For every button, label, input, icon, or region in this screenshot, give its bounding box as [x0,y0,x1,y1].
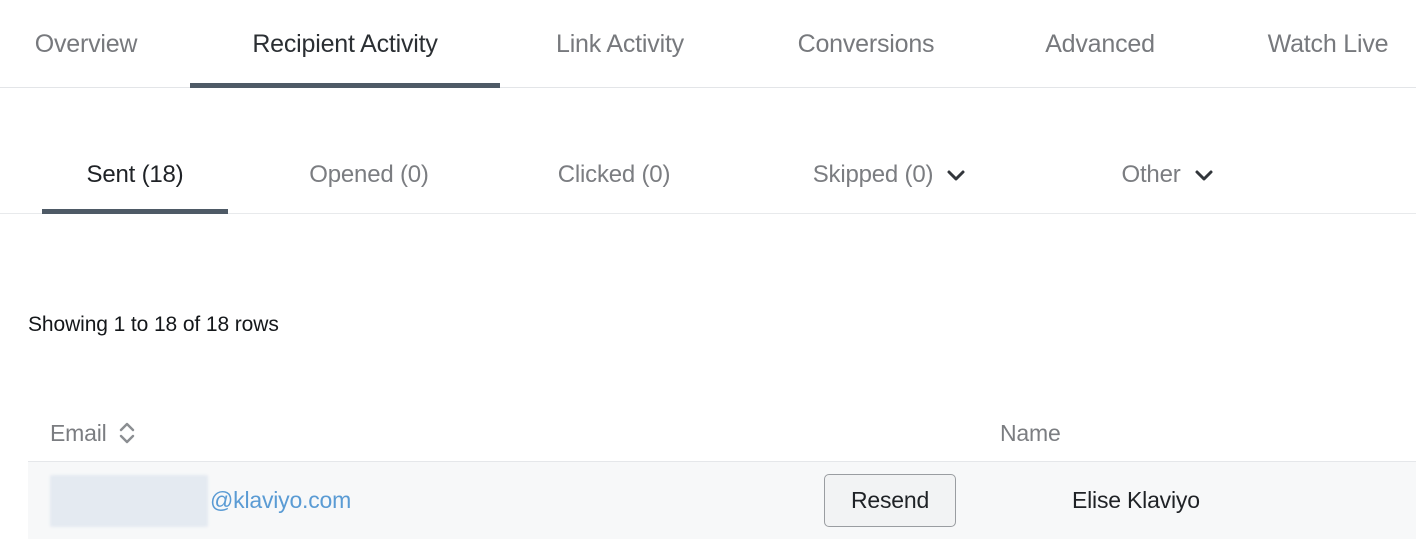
column-header-email[interactable]: Email [50,420,1000,447]
table-row[interactable]: @klaviyo.com Resend Elise Klaviyo [28,461,1416,539]
main-tab-watch-live[interactable]: Watch Live [1242,0,1414,88]
chevron-down-icon[interactable] [1193,164,1215,186]
rows-summary-text: Showing 1 to 18 of 18 rows [28,313,279,336]
chevron-down-icon[interactable] [945,164,967,186]
main-tab-label: Link Activity [555,29,684,58]
sub-tab-label: Opened (0) [309,161,429,188]
main-tab-link-activity[interactable]: Link Activity [525,0,715,88]
redacted-email-prefix [50,474,208,527]
cell-action: Resend [824,474,1024,527]
main-tab-recipient-activity[interactable]: Recipient Activity [190,0,500,88]
main-tab-label: Advanced [1045,29,1155,58]
main-tab-bar: Overview Recipient Activity Link Activity C… [0,0,1416,88]
resend-button[interactable]: Resend [824,474,957,527]
main-tab-label: Recipient Activity [252,29,438,58]
sub-tab-other[interactable]: Other [1092,136,1244,214]
sub-tab-label: Other [1121,161,1181,188]
main-tab-advanced[interactable]: Advanced [1022,0,1178,88]
cell-email: @klaviyo.com [50,474,824,527]
main-tab-label: Watch Live [1267,29,1389,58]
sub-tab-active-underline [42,209,228,214]
recipients-table: Email Name @klaviyo.com Resend Elise Klavi… [28,405,1416,539]
sub-tab-sent-18[interactable]: Sent (18) [42,136,228,214]
column-header-email-label: Email [50,419,107,446]
main-tab-label: Overview [34,29,138,58]
sub-tab-skipped-0[interactable]: Skipped (0) [780,136,1000,214]
main-tab-conversions[interactable]: Conversions [770,0,962,88]
sub-tab-clicked-0[interactable]: Clicked (0) [528,136,700,214]
recipient-status-tab-bar: Sent (18) Opened (0) Clicked (0) Skipped (0… [0,136,1416,214]
column-header-name-label: Name [1000,419,1061,446]
table-body: @klaviyo.com Resend Elise Klaviyo [28,461,1416,539]
sub-tab-label: Skipped (0) [812,161,934,188]
cell-name: Elise Klaviyo [1072,487,1200,513]
sub-tab-label: Clicked (0) [557,161,671,188]
sub-tab-label: Sent (18) [86,161,184,188]
email-link[interactable]: @klaviyo.com [210,487,351,514]
main-tab-active-underline [190,83,500,88]
table-header-row: Email Name [28,405,1416,461]
sort-toggle-icon[interactable] [117,420,137,446]
main-tab-overview[interactable]: Overview [0,0,172,88]
column-header-name[interactable]: Name [1000,420,1300,447]
sub-tab-opened-0[interactable]: Opened (0) [278,136,460,214]
main-tab-label: Conversions [797,29,935,58]
